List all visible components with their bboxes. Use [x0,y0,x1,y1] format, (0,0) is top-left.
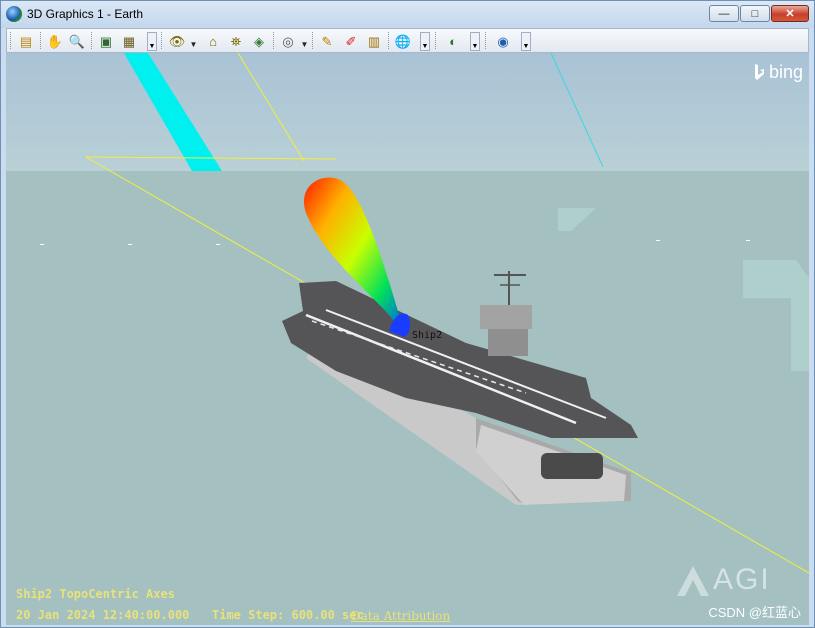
map-layers-dropdown[interactable]: ▼ [470,32,480,51]
agi-logo-text: AGI [713,563,771,596]
watermark: CSDN @红蓝心 [708,605,801,620]
annotate-pen-icon[interactable]: ✐ [341,31,361,51]
3d-scene [6,53,809,625]
properties-icon[interactable]: ▤ [16,31,36,51]
record-icon[interactable]: ▦ [119,31,139,51]
sky [6,53,809,173]
toolbar-grip[interactable] [312,32,316,49]
maximize-button[interactable]: □ [740,5,770,22]
sea-mark [216,244,220,245]
orbit-view-icon[interactable]: ◈ [249,31,269,51]
globe-manager-dropdown[interactable]: ▼ [420,32,430,51]
toolbar-grip[interactable] [10,32,14,49]
data-attribution-link[interactable]: Data Attribution [351,609,450,623]
bing-logo: bing [754,62,803,83]
title-bar[interactable]: 3D Graphics 1 - Earth — □ ✕ [1,1,814,28]
toolbar-grip[interactable] [40,32,44,49]
stored-views-icon[interactable]: ◎ [278,31,298,51]
earth-imagery-icon[interactable]: ◉ [493,31,513,51]
sea-mark [40,244,44,245]
earth-app-icon [6,6,22,22]
pan-hand-icon[interactable]: ✋ [45,31,65,51]
graphics-window: 3D Graphics 1 - Earth — □ ✕ ▤ ✋ 🔍 ▣ ▦ ▼ … [0,0,815,628]
earth-imagery-dropdown[interactable]: ▼ [521,32,531,51]
bing-logo-text: bing [768,62,803,82]
carrier-stern-opening [541,453,603,479]
sea-mark [746,240,750,241]
view-object-icon[interactable]: ⛯ [226,31,246,51]
toolbar-grip[interactable] [388,32,392,49]
toolbar-grip[interactable] [161,32,165,49]
snapshot-icon[interactable]: ▣ [96,31,116,51]
time-step: Time Step: 600.00 sec [212,608,364,622]
map-layers-icon[interactable]: ◐ [443,31,463,51]
ship-label: Ship2 [412,330,443,341]
measure-pen-icon[interactable]: ✎ [317,31,337,51]
sea-mark [128,244,132,245]
3d-viewport[interactable]: Ship2 bing Ship2 TopoCentric Axes 20 Jan… [6,53,809,625]
toolbar-grip[interactable] [485,32,489,49]
home-view-icon[interactable]: ⌂ [203,31,223,51]
window-title: 3D Graphics 1 - Earth [27,7,144,21]
island-bridge [480,305,532,329]
minimize-button[interactable]: — [709,5,739,22]
axes-label: Ship2 TopoCentric Axes [16,587,175,601]
stored-views-dropdown[interactable]: ▼ [300,35,309,49]
view-from-to-dropdown[interactable]: ▼ [189,35,198,49]
agi-logo: AGI [673,563,771,598]
toolbar-grip[interactable] [435,32,439,49]
toolbar-grip[interactable] [91,32,95,49]
record-dropdown[interactable]: ▼ [147,32,157,51]
view-from-to-icon[interactable]: 👁 [167,31,187,51]
graphics-toolbar: ▤ ✋ 🔍 ▣ ▦ ▼ 👁 ▼ ⌂ ⛯ ◈ ◎ ▼ ✎ ✐ ▥ 🌐 ▼ ◐ ▼ … [6,28,809,53]
zoom-icon[interactable]: 🔍 [67,31,87,51]
bing-mark-icon [754,64,765,81]
toolbar-grip[interactable] [273,32,277,49]
sea-mark [656,240,660,241]
globe-manager-icon[interactable]: 🌐 [393,31,413,51]
close-button[interactable]: ✕ [771,5,809,22]
scenario-datetime: 20 Jan 2024 12:40:00.000 [16,608,190,622]
agi-mark-icon [677,566,709,597]
ruler-icon[interactable]: ▥ [364,31,384,51]
